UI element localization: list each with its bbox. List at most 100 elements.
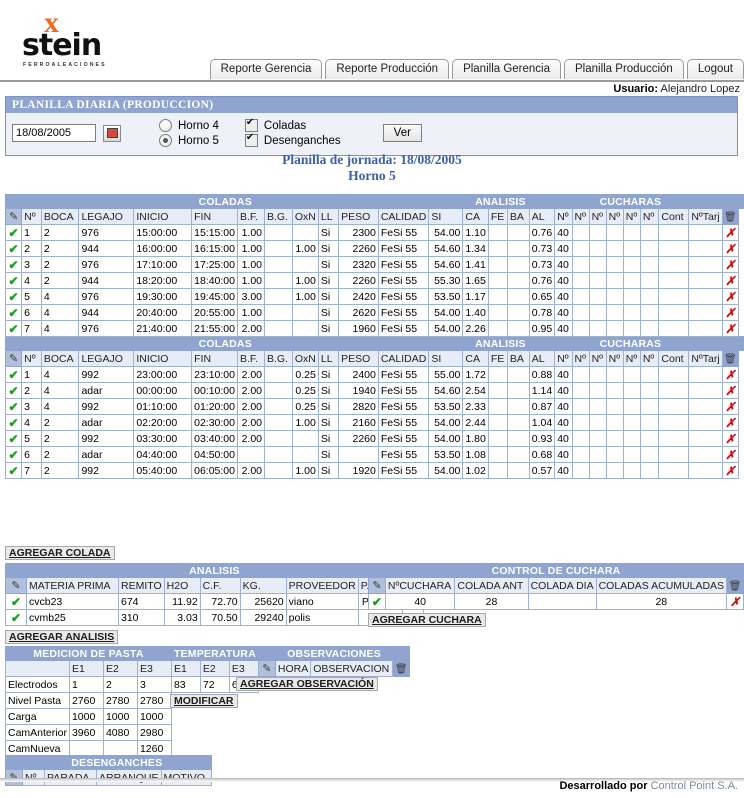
check-icon[interactable]: ✔ [9, 306, 19, 320]
checkbox-coladas[interactable]: Coladas [244, 117, 341, 133]
delete-icon[interactable]: ✗ [725, 306, 735, 320]
pencil-icon[interactable]: ✎ [262, 663, 271, 675]
ver-button[interactable]: Ver [382, 124, 422, 142]
row-delete-cell[interactable]: ✗ [721, 398, 740, 415]
delete-icon[interactable]: ✗ [725, 226, 735, 240]
row-delete-cell[interactable]: ✗ [721, 320, 740, 337]
pencil-icon[interactable]: ✎ [11, 580, 20, 592]
row-delete-cell[interactable]: ✗ [721, 256, 740, 273]
check-icon[interactable]: ✔ [9, 416, 19, 430]
check-icon-desenganches[interactable] [244, 132, 258, 147]
delete-icon[interactable]: ✗ [725, 448, 735, 462]
row-confirm-cell[interactable]: ✔ [4, 272, 23, 289]
delete-icon[interactable]: ✗ [725, 464, 735, 478]
delete-icon[interactable]: ✗ [725, 322, 735, 336]
spacer-cell [171, 709, 409, 725]
tab-planilla-gerencia[interactable]: Planilla Gerencia [452, 59, 561, 79]
check-icon[interactable]: ✔ [11, 595, 21, 609]
row-delete-cell[interactable]: ✗ [721, 240, 740, 257]
row-confirm-cell[interactable]: ✔ [4, 462, 23, 479]
tab-logout[interactable]: Logout [686, 59, 744, 79]
check-icon[interactable]: ✔ [372, 595, 382, 609]
row-confirm-cell[interactable]: ✔ [4, 320, 23, 337]
row-confirm-cell[interactable]: ✔ [4, 288, 23, 305]
cell: 02:30:00 [191, 414, 238, 431]
row-delete-cell[interactable]: ✗ [721, 304, 740, 321]
row-confirm-cell[interactable]: ✔ [368, 593, 386, 610]
trash-icon[interactable]: 🗑 [724, 354, 737, 365]
tab-planilla-produccion[interactable]: Planilla Producción [564, 59, 684, 79]
check-icon[interactable]: ✔ [11, 611, 21, 625]
row-confirm-cell[interactable]: ✔ [4, 304, 23, 321]
delete-icon[interactable]: ✗ [725, 368, 735, 382]
agregar-cuchara-button[interactable]: AGREGAR CUCHARA [368, 613, 486, 627]
radio-icon-horno-5[interactable] [159, 134, 172, 147]
check-icon[interactable]: ✔ [9, 384, 19, 398]
delete-icon[interactable]: ✗ [725, 274, 735, 288]
row-confirm-cell[interactable]: ✔ [4, 366, 23, 383]
delete-icon[interactable]: ✗ [725, 400, 735, 414]
pencil-icon[interactable]: ✎ [9, 211, 18, 223]
delete-icon[interactable]: ✗ [725, 384, 735, 398]
cell [506, 430, 530, 447]
row-delete-cell[interactable]: ✗ [721, 446, 740, 463]
row-confirm-cell[interactable]: ✔ [4, 398, 23, 415]
row-confirm-cell[interactable]: ✔ [4, 224, 23, 241]
pencil-icon[interactable]: ✎ [372, 580, 381, 592]
row-delete-cell[interactable]: ✗ [721, 430, 740, 447]
row-confirm-cell[interactable]: ✔ [4, 430, 23, 447]
radio-horno-5[interactable]: Horno 5 [159, 133, 219, 148]
modificar-button[interactable]: MODIFICAR [170, 694, 238, 708]
row-delete-cell[interactable]: ✗ [726, 593, 744, 610]
trash-icon[interactable]: 🗑 [724, 212, 737, 223]
radio-horno-4[interactable]: Horno 4 [159, 118, 219, 133]
pencil-icon[interactable]: ✎ [9, 353, 18, 365]
delete-icon[interactable]: ✗ [725, 242, 735, 256]
check-icon[interactable]: ✔ [9, 432, 19, 446]
date-input[interactable] [12, 124, 96, 142]
row-confirm-cell[interactable]: ✔ [4, 414, 23, 431]
row-delete-cell[interactable]: ✗ [721, 288, 740, 305]
row-delete-cell[interactable]: ✗ [721, 462, 740, 479]
checkbox-desenganches[interactable]: Desenganches [244, 132, 341, 148]
cell [639, 382, 660, 399]
check-icon[interactable]: ✔ [9, 400, 19, 414]
row-confirm-cell[interactable]: ✔ [4, 382, 23, 399]
row-confirm-cell[interactable]: ✔ [5, 593, 27, 610]
row-delete-cell[interactable]: ✗ [721, 224, 740, 241]
cell: Si [317, 414, 340, 431]
check-icon[interactable]: ✔ [9, 290, 19, 304]
calendar-icon[interactable] [103, 124, 121, 142]
row-delete-cell[interactable]: ✗ [721, 272, 740, 289]
agregar-observacion-button[interactable]: AGREGAR OBSERVACIÓN [236, 677, 378, 691]
delete-icon[interactable]: ✗ [725, 416, 735, 430]
check-icon[interactable]: ✔ [9, 274, 19, 288]
delete-icon[interactable]: ✗ [725, 432, 735, 446]
column-header-row: ✎ Nº BOCA LEGAJO INICIO FIN B.F. B.G. OxN LL PESO C… [4, 350, 744, 367]
row-delete-cell[interactable]: ✗ [721, 414, 740, 431]
check-icon[interactable]: ✔ [9, 242, 19, 256]
check-icon[interactable]: ✔ [9, 448, 19, 462]
trash-icon[interactable]: 🗑 [729, 581, 742, 592]
check-icon[interactable]: ✔ [9, 258, 19, 272]
radio-icon-horno-4[interactable] [159, 119, 172, 132]
trash-icon[interactable]: 🗑 [395, 664, 408, 675]
row-confirm-cell[interactable]: ✔ [4, 446, 23, 463]
row-delete-cell[interactable]: ✗ [721, 382, 740, 399]
check-icon[interactable]: ✔ [9, 464, 19, 478]
row-confirm-cell[interactable]: ✔ [4, 240, 23, 257]
row-delete-cell[interactable]: ✗ [721, 366, 740, 383]
delete-icon[interactable]: ✗ [725, 258, 735, 272]
delete-icon[interactable]: ✗ [730, 595, 740, 609]
agregar-analisis-button[interactable]: AGREGAR ANALISIS [5, 630, 119, 644]
tab-reporte-gerencia[interactable]: Reporte Gerencia [209, 59, 323, 79]
check-icon-coladas[interactable] [244, 117, 258, 132]
delete-icon[interactable]: ✗ [725, 290, 735, 304]
row-confirm-cell[interactable]: ✔ [4, 256, 23, 273]
row-confirm-cell[interactable]: ✔ [5, 609, 27, 626]
check-icon[interactable]: ✔ [9, 226, 19, 240]
check-icon[interactable]: ✔ [9, 368, 19, 382]
tab-reporte-produccion[interactable]: Reporte Producción [325, 59, 450, 79]
agregar-colada-button[interactable]: AGREGAR COLADA [5, 546, 115, 560]
check-icon[interactable]: ✔ [9, 322, 19, 336]
